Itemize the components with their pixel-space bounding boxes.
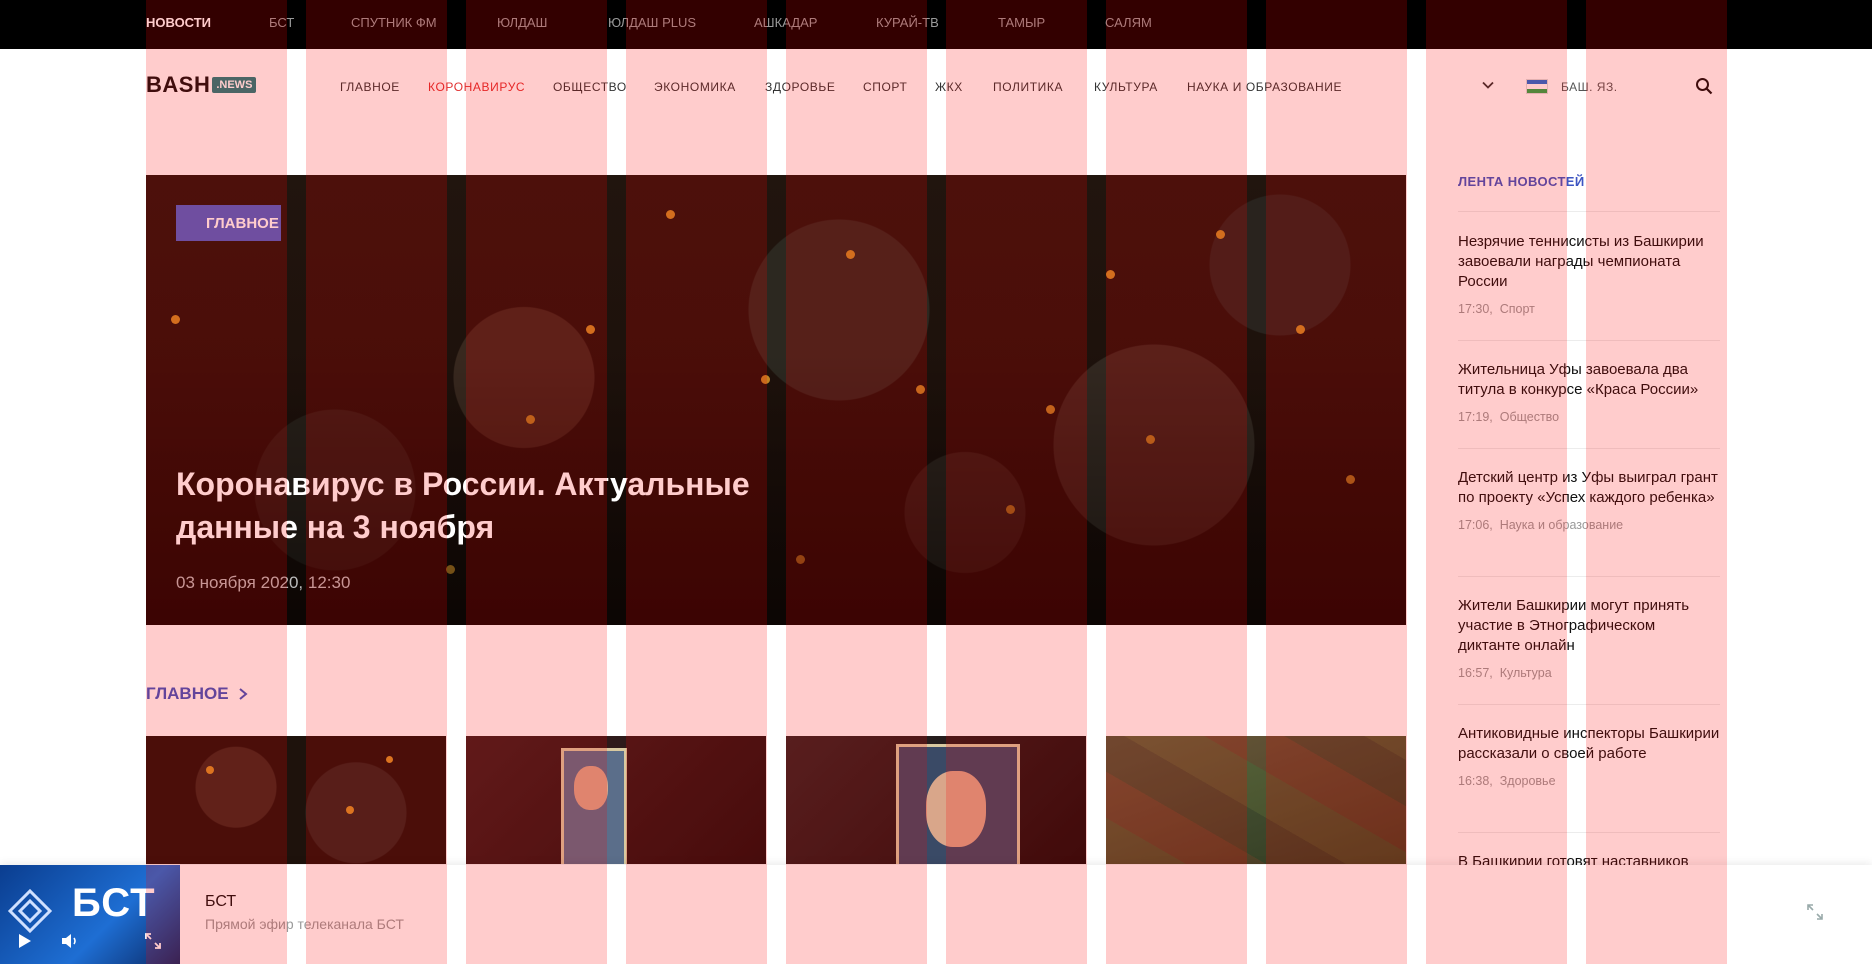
network-link-ashkadar[interactable]: АШКАДАР [754,15,817,30]
hero-gradient [146,175,1406,625]
feed-item-meta: 17:06, Наука и образование [1458,518,1624,532]
player-title: БСТ [205,893,237,910]
feed-item-meta: 16:38, Здоровье [1458,774,1556,788]
feed-divider [1458,340,1720,341]
hero-article[interactable]: ГЛАВНОЕ Коронавирус в России. Актуальные… [146,175,1406,625]
article-card-3[interactable] [786,736,1086,864]
play-icon[interactable] [14,931,34,951]
bashkortostan-flag-icon[interactable] [1526,79,1548,94]
feed-item-meta: 17:19, Общество [1458,410,1560,424]
network-link-kurai-tv[interactable]: КУРАЙ-ТВ [876,15,939,30]
feed-item-title[interactable]: Жительница Уфы завоевала два титула в ко… [1458,360,1720,400]
feed-divider [1458,704,1720,705]
feed-item[interactable]: Жительница Уфы завоевала два титула в ко… [1458,360,1720,424]
feed-item-title[interactable]: Детский центр из Уфы выиграл грант по пр… [1458,468,1720,508]
hero-category-tag[interactable]: ГЛАВНОЕ [176,205,281,241]
network-link-yuldash[interactable]: ЮЛДАШ [497,15,547,30]
player-thumbnail[interactable]: БСТ [0,865,180,964]
player-subtitle: Прямой эфир телеканала БСТ [205,916,404,932]
hero-date: 03 ноября 2020, 12:30 [176,573,351,592]
network-link-salyam[interactable]: САЛЯМ [1105,15,1152,30]
nav-item-koronavirus[interactable]: КОРОНАВИРУС [428,80,525,94]
hero-title[interactable]: Коронавирус в России. Актуальные данные … [176,463,816,549]
nav-item-zhkh[interactable]: ЖКХ [935,80,963,94]
player-thumb-logo: БСТ [72,881,156,925]
network-bar: НОВОСТИ БСТ СПУТНИК ФМ ЮЛДАШ ЮЛДАШ PLUS … [0,0,1872,49]
feed-item[interactable]: Жители Башкирии могут принять участие в … [1458,596,1720,680]
nav-item-politika[interactable]: ПОЛИТИКА [993,80,1063,94]
feed-item-title[interactable]: Антиковидные инспекторы Башкирии рассказ… [1458,724,1720,764]
fullscreen-icon[interactable] [143,931,163,951]
nav-item-obshchestvo[interactable]: ОБЩЕСТВО [553,80,627,94]
article-card-4[interactable] [1106,736,1406,864]
card-image [1106,736,1406,864]
bst-logo-mark-icon [7,888,53,934]
feed-divider [1458,832,1720,833]
site-logo[interactable]: BASH .NEWS [146,72,257,97]
nav-item-ekonomika[interactable]: ЭКОНОМИКА [654,80,736,94]
feed-item-title[interactable]: Незрячие теннисисты из Башкирии завоевал… [1458,232,1720,292]
feed-item-title[interactable]: Жители Башкирии могут принять участие в … [1458,596,1720,656]
news-feed-title[interactable]: ЛЕНТА НОВОСТЕЙ [1458,174,1585,189]
card-image-portrait [574,766,608,810]
nav-item-sport[interactable]: СПОРТ [863,80,907,94]
logo-suffix: .NEWS [212,77,257,93]
language-switch[interactable]: БАШ. ЯЗ. [1561,80,1618,94]
feed-item[interactable]: Незрячие теннисисты из Башкирии завоевал… [1458,232,1720,316]
feed-divider [1458,448,1720,449]
live-player-bar: БСТ [0,865,1872,964]
network-link-novosti[interactable]: НОВОСТИ [146,15,211,30]
search-icon[interactable] [1695,77,1713,95]
nav-item-zdorovye[interactable]: ЗДОРОВЬЕ [765,80,835,94]
expand-icon[interactable] [1806,903,1824,921]
feed-divider [1458,211,1720,212]
feed-item-meta: 17:30, Спорт [1458,302,1535,316]
network-link-tamyr[interactable]: ТАМЫР [998,15,1045,30]
network-link-yuldash-plus[interactable]: ЮЛДАШ PLUS [608,15,696,30]
section-title: ГЛАВНОЕ [146,684,229,703]
card-image-portrait [926,771,986,847]
chevron-down-icon[interactable] [1481,78,1495,92]
nav-item-kultura[interactable]: КУЛЬТУРА [1094,80,1158,94]
feed-divider [1458,576,1720,577]
article-card-2[interactable] [466,736,766,864]
feed-item[interactable]: Детский центр из Уфы выиграл грант по пр… [1458,468,1720,532]
feed-item-meta: 16:57, Культура [1458,666,1552,680]
nav-item-glavnoe[interactable]: ГЛАВНОЕ [340,80,400,94]
chevron-right-icon [238,688,248,700]
network-link-sputnik-fm[interactable]: СПУТНИК ФМ [351,15,437,30]
article-card-1[interactable] [146,736,446,864]
network-link-bst[interactable]: БСТ [269,15,294,30]
nav-item-nauka[interactable]: НАУКА И ОБРАЗОВАНИЕ [1187,80,1342,94]
volume-icon[interactable] [60,931,80,951]
logo-text: BASH [146,72,211,97]
section-header-glavnoe[interactable]: ГЛАВНОЕ [146,684,249,704]
feed-item[interactable]: Антиковидные инспекторы Башкирии рассказ… [1458,724,1720,788]
card-image [146,736,446,864]
